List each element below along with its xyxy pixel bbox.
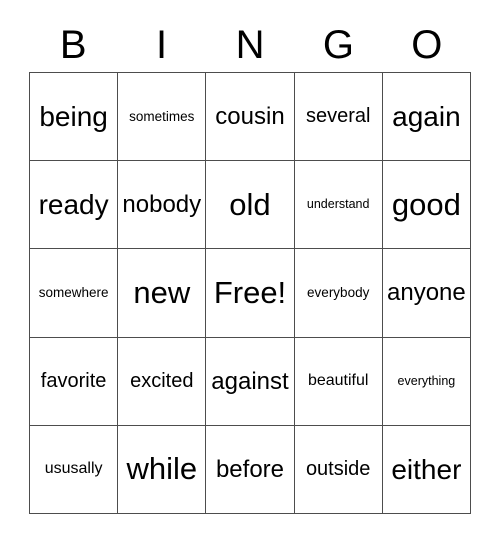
bingo-cell-r4c2[interactable]: excited	[118, 337, 207, 426]
bingo-grid: being sometimes cousin several again rea…	[29, 72, 471, 514]
bingo-cell-r1c4[interactable]: several	[294, 73, 383, 162]
bingo-cell-r2c4[interactable]: understand	[294, 161, 383, 250]
bingo-cell-label: again	[392, 100, 461, 132]
bingo-cell-r2c3[interactable]: old	[206, 161, 295, 250]
bingo-cell-label: nobody	[122, 191, 202, 219]
bingo-cell-r2c1[interactable]: ready	[30, 161, 119, 250]
bingo-cell-r3c1[interactable]: somewhere	[30, 249, 119, 338]
header-letter-o: O	[411, 23, 443, 67]
bingo-cell-r2c2[interactable]: nobody	[118, 161, 207, 250]
bingo-cell-label: while	[126, 451, 198, 487]
bingo-cell-label: somewhere	[38, 284, 109, 300]
bingo-header: B I N G O	[29, 18, 471, 72]
bingo-cell-r4c4[interactable]: beautiful	[294, 337, 383, 426]
bingo-cell-r3c5[interactable]: anyone	[382, 249, 471, 338]
bingo-cell-label: ready	[38, 189, 109, 221]
bingo-cell-label: anyone	[387, 279, 466, 307]
bingo-cell-r5c5[interactable]: either	[382, 425, 471, 514]
bingo-cell-r3c2[interactable]: new	[118, 249, 207, 338]
header-letter-i: I	[156, 23, 168, 67]
bingo-cell-r5c4[interactable]: outside	[294, 425, 383, 514]
bingo-cell-label: old	[229, 186, 271, 222]
bingo-cell-label: outside	[305, 457, 371, 480]
bingo-cell-label: ususally	[44, 459, 103, 477]
bingo-cell-label: new	[133, 274, 191, 310]
header-letter-n: N	[235, 23, 265, 67]
bingo-cell-label: sometimes	[129, 108, 195, 124]
bingo-cell-label: being	[39, 100, 108, 132]
bingo-cell-r1c3[interactable]: cousin	[206, 73, 295, 162]
bingo-cell-r3c4[interactable]: everybody	[294, 249, 383, 338]
bingo-cell-label: either	[391, 453, 462, 485]
bingo-cell-label: good	[391, 186, 461, 222]
bingo-cell-label: understand	[306, 197, 370, 212]
bingo-cell-r4c5[interactable]: everything	[382, 337, 471, 426]
bingo-cell-r5c3[interactable]: before	[206, 425, 295, 514]
bingo-cell-label: excited	[130, 369, 194, 392]
bingo-cell-r2c5[interactable]: good	[382, 161, 471, 250]
bingo-card: B I N G O being sometimes cousin several…	[0, 0, 500, 544]
bingo-cell-label: against	[211, 367, 289, 395]
bingo-cell-label: cousin	[215, 103, 285, 130]
bingo-cell-r4c3[interactable]: against	[206, 337, 295, 426]
bingo-cell-r5c1[interactable]: ususally	[30, 425, 119, 514]
bingo-cell-label: several	[305, 105, 371, 128]
header-letter-g: G	[322, 23, 354, 67]
bingo-cell-label: before	[215, 455, 285, 483]
bingo-cell-r4c1[interactable]: favorite	[30, 337, 119, 426]
bingo-cell-label: everything	[397, 373, 456, 388]
bingo-cell-label: beautiful	[307, 371, 369, 389]
bingo-cell-r5c2[interactable]: while	[118, 425, 207, 514]
header-letter-b: B	[59, 23, 87, 67]
bingo-cell-free-space[interactable]: Free!	[206, 249, 295, 338]
bingo-cell-r1c1[interactable]: being	[30, 73, 119, 162]
bingo-cell-label: everybody	[307, 284, 370, 300]
bingo-cell-r1c2[interactable]: sometimes	[118, 73, 207, 162]
bingo-cell-r1c5[interactable]: again	[382, 73, 471, 162]
bingo-cell-label: favorite	[40, 369, 107, 392]
bingo-free-label: Free!	[213, 274, 287, 310]
